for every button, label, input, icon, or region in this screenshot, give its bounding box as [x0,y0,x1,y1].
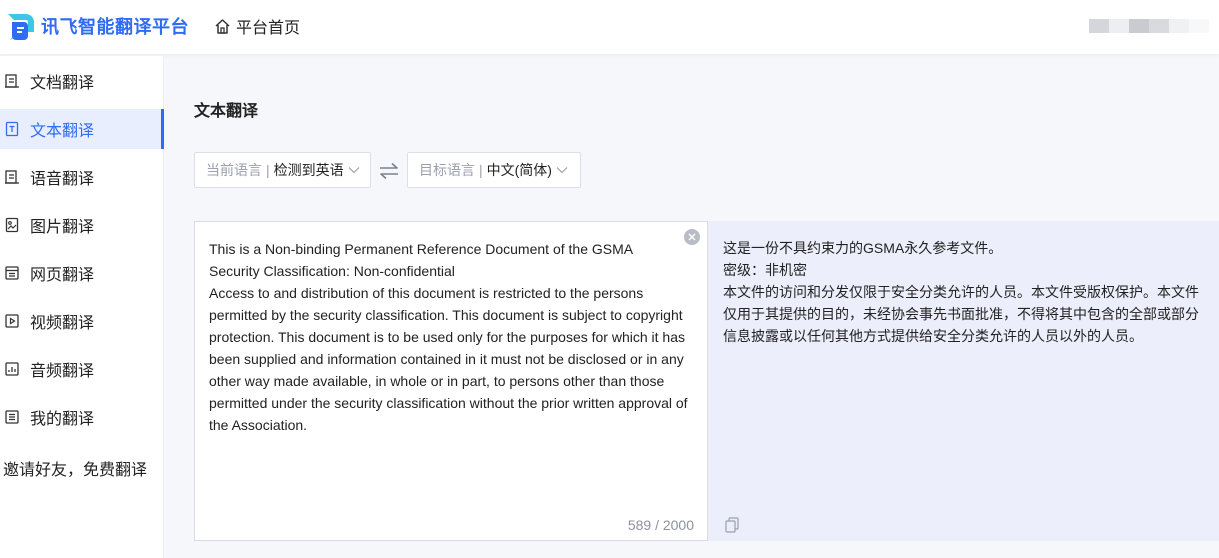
webpage-icon [3,264,21,282]
text-icon [3,120,21,138]
sidebar-item-image[interactable]: 图片翻译 [0,205,164,245]
home-label: 平台首页 [236,20,301,37]
sidebar-item-label: 视频翻译 [30,315,95,332]
list-icon [3,408,21,426]
voice-icon [3,168,21,186]
top-bar: 讯飞智能翻译平台 平台首页 [0,0,1219,55]
target-language-select[interactable]: 目标语言 | 中文(简体) [407,152,581,188]
copy-icon[interactable] [725,517,739,533]
source-text-input[interactable]: This is a Non-binding Permanent Referenc… [209,238,693,436]
character-count: 589 / 2000 [627,517,694,533]
source-text-panel[interactable]: This is a Non-binding Permanent Referenc… [194,221,708,541]
source-language-select[interactable]: 当前语言 | 检测到英语 [194,152,371,188]
document-icon [3,72,21,90]
sidebar-item-text[interactable]: 文本翻译 [0,109,164,149]
home-icon [215,18,230,34]
sidebar-item-video[interactable]: 视频翻译 [0,301,164,341]
sidebar-item-label: 文档翻译 [30,75,95,92]
swap-languages-icon[interactable] [378,160,400,182]
sidebar-item-webpage[interactable]: 网页翻译 [0,253,164,293]
sidebar-item-label: 图片翻译 [30,219,95,236]
divider: | [266,162,270,178]
translation-result-text: 这是一份不具约束力的GSMA永久参考文件。 密级：非机密 本文件的访问和分发仅限… [723,240,1199,344]
invite-friends-link[interactable]: 邀请好友，免费翻译 [3,456,147,480]
target-language-label: 目标语言 [419,162,475,178]
brand-name: 讯飞智能翻译平台 [41,17,189,37]
user-info-redacted[interactable] [1089,19,1209,33]
sidebar-item-audio[interactable]: 音频翻译 [0,349,164,389]
sidebar-item-label: 语音翻译 [30,171,95,188]
sidebar-item-label: 我的翻译 [30,411,95,428]
chevron-down-icon [556,166,568,174]
brand-logo[interactable]: 讯飞智能翻译平台 [6,10,189,42]
clear-text-button[interactable] [684,229,700,245]
sidebar-item-label: 网页翻译 [30,267,95,284]
sidebar-item-voice[interactable]: 语音翻译 [0,157,164,197]
video-icon [3,312,21,330]
sidebar-item-label: 音频翻译 [30,363,95,380]
home-link[interactable]: 平台首页 [214,14,300,38]
target-language-value: 中文(简体) [486,162,552,178]
chevron-down-icon [348,166,360,174]
image-icon [3,216,21,234]
divider: | [479,162,483,178]
sidebar-item-label: 文本翻译 [30,123,95,140]
sidebar-item-my-translations[interactable]: 我的翻译 [0,397,164,437]
audio-icon [3,360,21,378]
page-title: 文本翻译 [194,103,259,120]
source-language-label: 当前语言 [206,162,262,178]
translation-result-panel: 这是一份不具约束力的GSMA永久参考文件。 密级：非机密 本文件的访问和分发仅限… [708,221,1219,541]
sidebar: 文档翻译 文本翻译 语音翻译 图片翻译 网页翻译 视频翻译 音频翻译 我的翻译 … [0,56,164,558]
sidebar-item-document[interactable]: 文档翻译 [0,61,164,101]
source-language-value: 检测到英语 [273,162,344,178]
logo-icon [8,14,34,40]
close-icon [688,233,696,241]
